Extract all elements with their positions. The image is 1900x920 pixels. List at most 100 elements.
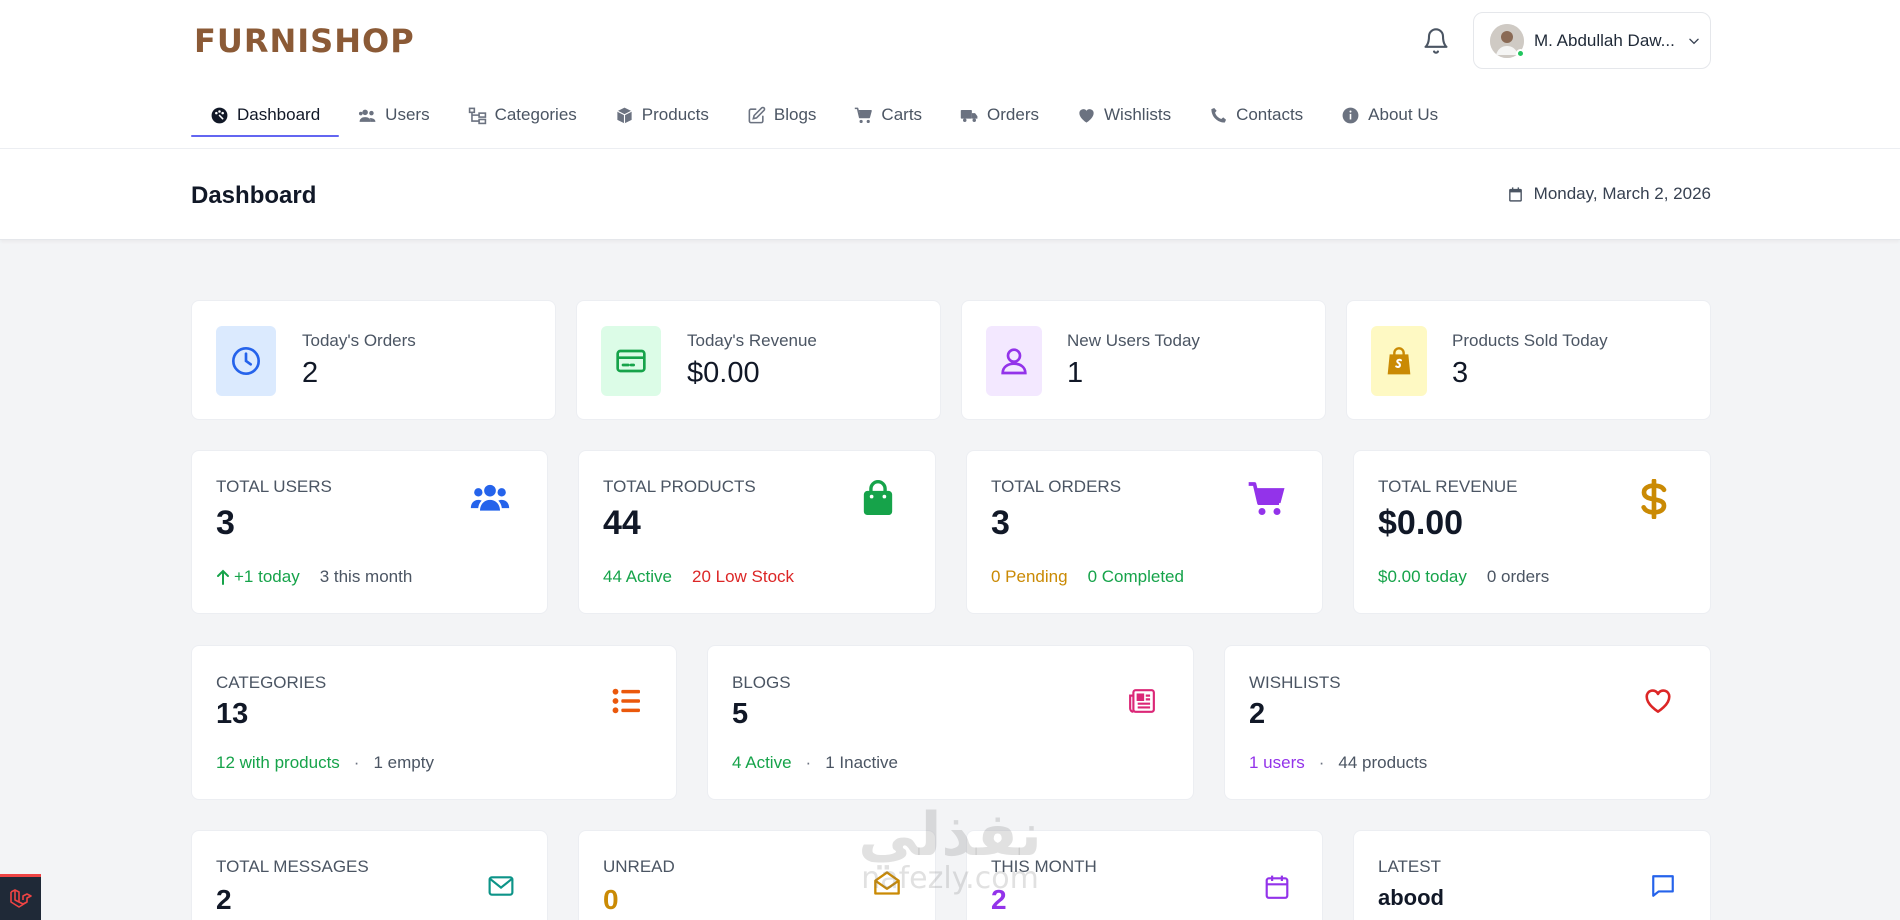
separator-dot: ·: [805, 753, 812, 772]
stat-footer: $0.00 today 0 orders: [1378, 567, 1549, 587]
total-orders-card[interactable]: TOTAL ORDERS 3 0 Pending 0 Completed: [966, 450, 1323, 614]
nav-orders[interactable]: Orders: [941, 93, 1058, 137]
nav-dashboard[interactable]: Dashboard: [191, 93, 340, 137]
nav-label: Blogs: [773, 105, 817, 124]
nav-label: Carts: [881, 105, 923, 124]
stat-footer: 12 with products · 1 empty: [216, 753, 434, 773]
blogs-card[interactable]: BLOGS 5 4 Active · 1 Inactive: [707, 645, 1194, 800]
stat-label: UNREAD: [603, 857, 675, 876]
trend-up: +1 today: [216, 567, 300, 587]
todays-orders-card[interactable]: Today's Orders 2: [191, 300, 556, 420]
separator-dot: ·: [353, 753, 360, 772]
stat-footer: 1 users · 44 products: [1249, 753, 1427, 773]
latest-message-card[interactable]: LATEST abood: [1353, 830, 1711, 920]
calendar-icon: [1508, 186, 1522, 202]
user-name: M. Abdullah Daw...: [1534, 30, 1675, 50]
nav-categories[interactable]: Categories: [449, 93, 596, 137]
users-month: 3 this month: [319, 567, 413, 586]
card-label: Products Sold Today: [1452, 331, 1608, 350]
blogs-inactive: 1 Inactive: [825, 753, 898, 772]
card-value: 1: [1067, 357, 1084, 389]
nav-label: Dashboard: [237, 105, 321, 124]
nav-users[interactable]: Users: [339, 93, 448, 137]
stat-value: 0: [603, 884, 619, 915]
total-products-card[interactable]: TOTAL PRODUCTS 44 44 Active 20 Low Stock: [578, 450, 936, 614]
heart-outline-icon: [1645, 689, 1671, 713]
wishlist-users: 1 users: [1249, 753, 1305, 772]
orders-completed: 0 Completed: [1087, 567, 1184, 586]
new-users-today-card[interactable]: New Users Today 1: [961, 300, 1326, 420]
laravel-debugbar-toggle[interactable]: [0, 874, 41, 920]
card-value: $0.00: [687, 357, 760, 389]
total-messages-card[interactable]: TOTAL MESSAGES 2: [191, 830, 548, 920]
info-icon: [1342, 107, 1359, 123]
user-menu-button[interactable]: M. Abdullah Daw...: [1473, 12, 1711, 69]
box-icon: [616, 107, 632, 123]
stat-label: LATEST: [1378, 857, 1441, 876]
envelope-icon: [488, 876, 514, 896]
nav-about-us[interactable]: About Us: [1322, 93, 1457, 137]
today-icon-box: [1371, 326, 1427, 396]
nav-wishlists[interactable]: Wishlists: [1058, 93, 1190, 137]
shopify-bag-icon: [1387, 347, 1411, 375]
page-header: Dashboard Monday, March 2, 2026: [0, 149, 1900, 240]
stat-footer: 0 Pending 0 Completed: [991, 567, 1184, 587]
stat-label: BLOGS: [732, 673, 791, 692]
stat-value: 2: [1249, 698, 1266, 730]
brand-logo[interactable]: FURNISHOP: [194, 22, 415, 60]
stat-label: TOTAL USERS: [216, 477, 332, 496]
main-nav: Dashboard Users Categories Products Blog…: [191, 93, 1457, 137]
wishlists-card[interactable]: WISHLISTS 2 1 users · 44 products: [1224, 645, 1711, 800]
products-sold-today-card[interactable]: Products Sold Today 3: [1346, 300, 1711, 420]
revenue-today: $0.00 today: [1378, 567, 1467, 586]
total-users-card[interactable]: TOTAL USERS 3 +1 today 3 this month: [191, 450, 548, 614]
stat-value: 3: [991, 504, 1010, 542]
nav-label: Contacts: [1236, 105, 1304, 124]
users-today: +1 today: [234, 567, 300, 586]
bell-icon[interactable]: [1422, 27, 1450, 55]
nav-label: Users: [385, 105, 430, 124]
total-revenue-card[interactable]: TOTAL REVENUE $0.00 $0.00 today 0 orders: [1353, 450, 1711, 614]
user-icon: [1001, 348, 1027, 375]
users-icon: [359, 109, 376, 122]
stat-value: $0.00: [1378, 504, 1464, 542]
stat-label: CATEGORIES: [216, 673, 327, 692]
nav-products[interactable]: Products: [596, 93, 728, 137]
page-title: Dashboard: [191, 182, 317, 209]
list-icon: [612, 688, 640, 714]
stat-footer: 4 Active · 1 Inactive: [732, 753, 898, 773]
nav-carts[interactable]: Carts: [835, 93, 941, 137]
card-label: Today's Revenue: [687, 331, 817, 350]
cart-icon: [855, 107, 873, 123]
todays-revenue-card[interactable]: Today's Revenue $0.00: [576, 300, 941, 420]
stat-footer: 44 Active 20 Low Stock: [603, 567, 794, 587]
today-icon-box: [601, 326, 661, 396]
today-icon-box: [986, 326, 1042, 396]
users-icon: [470, 484, 510, 511]
stat-label: TOTAL REVENUE: [1378, 477, 1518, 496]
categories-card[interactable]: CATEGORIES 13 12 with products · 1 empty: [191, 645, 677, 800]
chevron-down-icon: [1689, 38, 1699, 44]
stat-label: WISHLISTS: [1249, 673, 1341, 692]
watermark-arabic: نفذلي: [858, 800, 1042, 870]
stat-label: TOTAL MESSAGES: [216, 857, 369, 876]
nav-label: Products: [641, 105, 709, 124]
nav-blogs[interactable]: Blogs: [728, 93, 836, 137]
wishlist-products: 44 products: [1338, 753, 1428, 772]
cart-icon: [1248, 482, 1285, 515]
heart-icon: [1079, 108, 1094, 123]
card-value: 3: [1452, 357, 1469, 389]
nav-contacts[interactable]: Contacts: [1190, 93, 1322, 137]
products-low-stock: 20 Low Stock: [692, 567, 795, 586]
stat-label: TOTAL ORDERS: [991, 477, 1122, 496]
date-text: Monday, March 2, 2026: [1533, 184, 1711, 203]
palette-icon: [211, 107, 228, 123]
stat-value: 2: [216, 884, 232, 915]
nav-label: Categories: [494, 105, 577, 124]
stat-value: 44: [603, 504, 641, 542]
stat-value: 13: [216, 698, 249, 730]
clock-icon: [232, 347, 260, 375]
nav-label: Orders: [987, 105, 1040, 124]
shopping-bag-icon: [863, 480, 893, 515]
categories-with-products: 12 with products: [216, 753, 340, 772]
